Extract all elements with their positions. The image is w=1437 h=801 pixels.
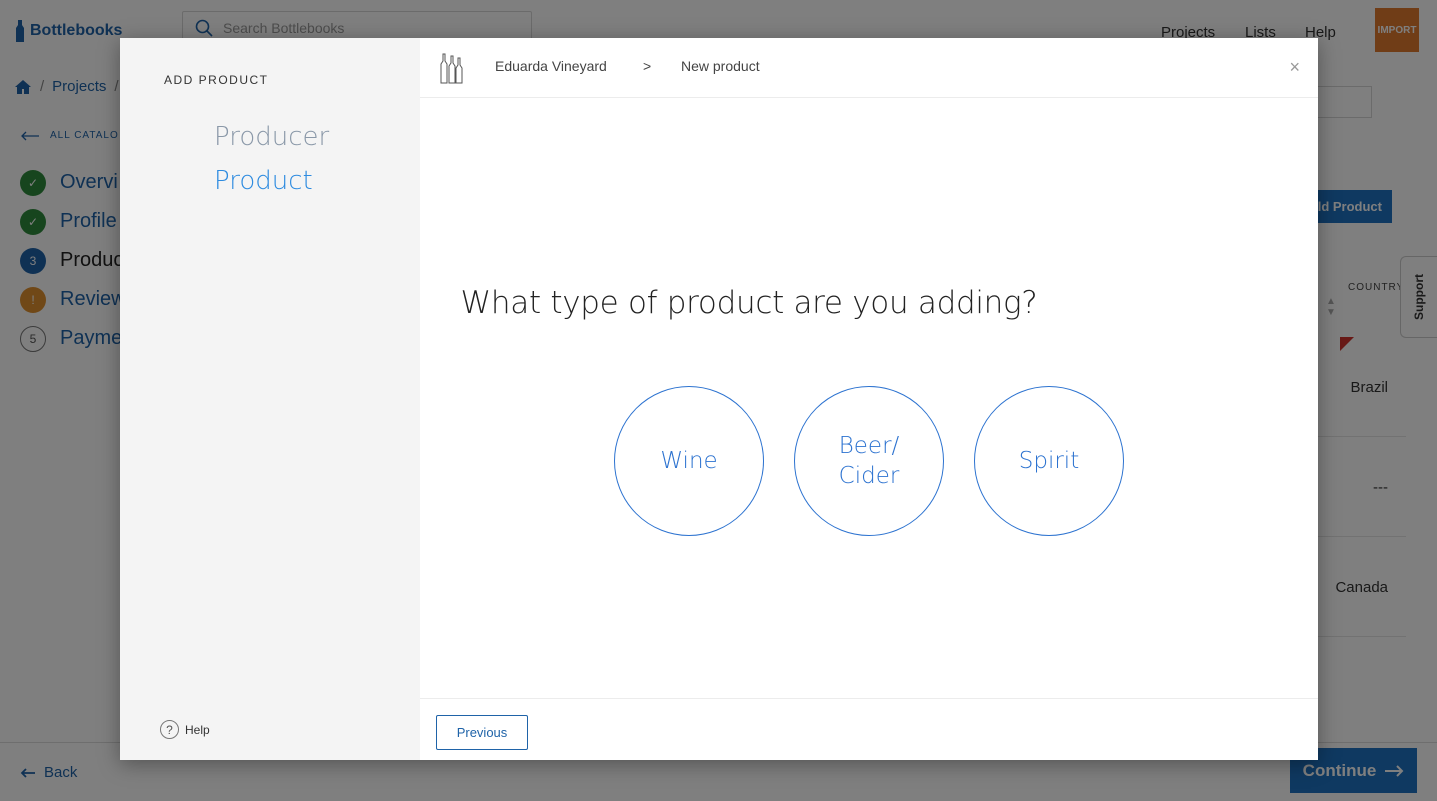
modal-header: Eduarda Vineyard > New product × bbox=[420, 38, 1318, 98]
wizard-step-producer[interactable]: Producer bbox=[214, 122, 329, 152]
help-link[interactable]: ? Help bbox=[160, 720, 210, 739]
help-label: Help bbox=[185, 722, 210, 737]
previous-button[interactable]: Previous bbox=[436, 715, 528, 750]
bottles-icon bbox=[440, 53, 463, 84]
modal-breadcrumb-producer[interactable]: Eduarda Vineyard bbox=[495, 58, 607, 74]
question-mark-icon: ? bbox=[160, 720, 179, 739]
add-product-modal: ADD PRODUCT Producer Product ? Help Edua… bbox=[120, 38, 1318, 760]
modal-breadcrumb-separator: > bbox=[643, 58, 652, 74]
product-type-question: What type of product are you adding? bbox=[460, 285, 1038, 321]
choice-spirit[interactable]: Spirit bbox=[974, 386, 1124, 536]
modal-footer: Previous bbox=[420, 698, 1318, 760]
wizard-step-product[interactable]: Product bbox=[214, 166, 313, 196]
modal-sidebar-title: ADD PRODUCT bbox=[164, 73, 269, 87]
choice-beer-cider[interactable]: Beer/ Cider bbox=[794, 386, 944, 536]
modal-sidebar: ADD PRODUCT Producer Product ? Help bbox=[120, 38, 420, 760]
choice-wine[interactable]: Wine bbox=[614, 386, 764, 536]
modal-breadcrumb-current: New product bbox=[681, 58, 760, 74]
close-icon[interactable]: × bbox=[1289, 57, 1300, 78]
product-type-choices: Wine Beer/ Cider Spirit bbox=[614, 386, 1124, 536]
